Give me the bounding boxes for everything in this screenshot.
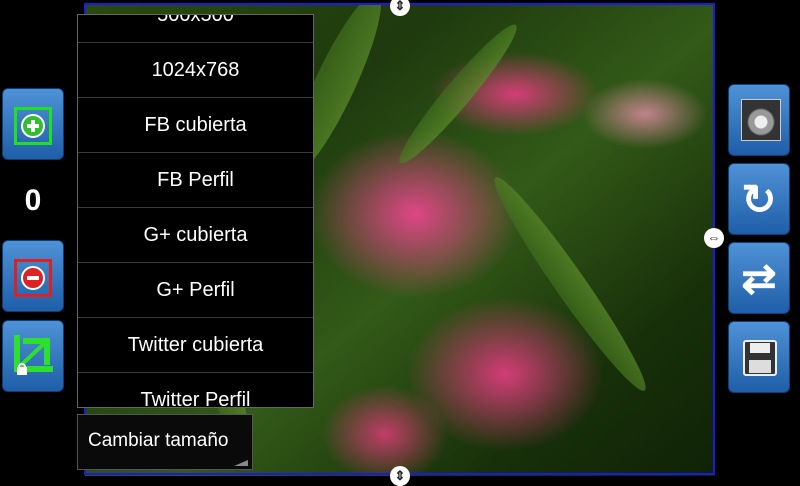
flip-icon: ⇄ bbox=[741, 255, 777, 302]
right-resize-handle[interactable]: ⇔ bbox=[704, 228, 724, 248]
crop-lock-icon bbox=[14, 335, 53, 375]
grayscale-image-icon bbox=[741, 99, 781, 141]
list-item[interactable]: Twitter cubierta bbox=[78, 318, 313, 373]
list-item[interactable]: FB Perfil bbox=[78, 153, 313, 208]
list-item[interactable]: Twitter Perfil bbox=[78, 373, 313, 407]
zoom-in-button[interactable] bbox=[2, 88, 64, 160]
size-dropdown-list[interactable]: 500x500 1024x768 FB cubierta FB Perfil G… bbox=[77, 14, 314, 408]
flip-button[interactable]: ⇄ bbox=[728, 242, 790, 314]
list-item[interactable]: 500x500 bbox=[78, 15, 313, 43]
zoom-counter: 0 bbox=[24, 184, 42, 217]
spinner-label: Cambiar tamaño bbox=[88, 430, 229, 451]
crop-lock-button[interactable] bbox=[2, 320, 64, 392]
list-item[interactable]: 1024x768 bbox=[78, 43, 313, 98]
rotate-button[interactable]: ↻ bbox=[728, 163, 790, 235]
spinner-arrow-icon bbox=[234, 460, 248, 466]
zoom-out-button[interactable] bbox=[2, 240, 64, 312]
zoom-out-icon bbox=[14, 259, 52, 297]
resize-spinner[interactable]: Cambiar tamaño bbox=[77, 414, 253, 470]
save-button[interactable] bbox=[728, 321, 790, 393]
grayscale-button[interactable] bbox=[728, 84, 790, 156]
list-item[interactable]: G+ Perfil bbox=[78, 263, 313, 318]
list-item[interactable]: G+ cubierta bbox=[78, 208, 313, 263]
list-item[interactable]: FB cubierta bbox=[78, 98, 313, 153]
bottom-resize-handle[interactable]: ⇕ bbox=[390, 466, 410, 486]
save-icon bbox=[743, 340, 777, 376]
rotate-icon: ↻ bbox=[741, 176, 777, 223]
zoom-in-icon bbox=[14, 107, 52, 145]
